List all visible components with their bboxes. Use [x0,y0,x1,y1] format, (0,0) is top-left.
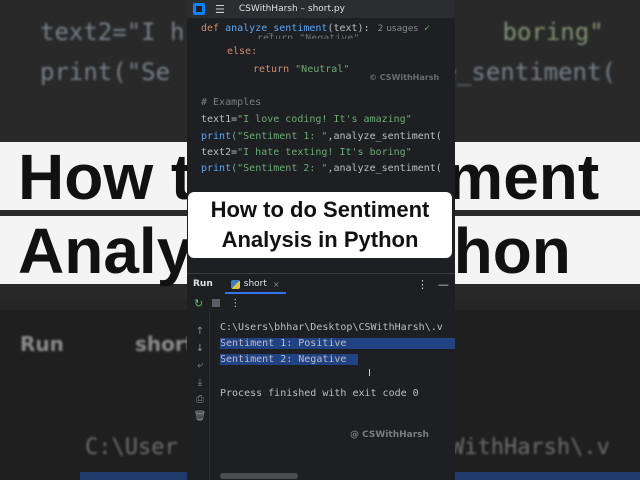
tab-short[interactable]: short × [224,274,286,294]
background-tab-label: short [135,332,195,356]
run-tool-window-header: Run short × ⋮ — [187,273,455,294]
rerun-icon[interactable]: ↻ [194,297,203,310]
pycharm-logo-icon [193,3,205,15]
minimize-icon[interactable]: — [438,278,449,291]
arrow-down-icon[interactable]: ↓ [196,340,204,357]
stop-icon[interactable] [212,299,221,307]
code-line-return-negative: return "Negative" [257,33,360,39]
console-output[interactable]: C:\Users\bhhar\Desktop\CSWithHarsh\.v Se… [209,312,455,480]
watermark: © CSWithHarsh [369,73,440,82]
background-run-label: Run [20,332,64,356]
hamburger-menu-icon[interactable]: ☰ [215,3,225,16]
kebab-menu-icon[interactable]: ⋮ [230,298,240,309]
console-side-toolbar: ↑ ↓ ⤶ ⤓ ⎙ 🗑 [193,323,207,425]
code-line-return-neutral: return "Neutral" [253,64,350,75]
console-exit-line: Process finished with exit code 0 [220,388,419,399]
window-title: CSWithHarsh – short.py [238,4,345,14]
horizontal-scrollbar[interactable] [220,473,298,479]
caption-line-1: How to do Sentiment [210,197,430,222]
more-options-icon[interactable]: ⋮ [417,278,428,291]
text-cursor-icon: I [368,368,371,379]
console-watermark: @ CSWithHarsh [350,430,429,440]
close-icon[interactable]: × [273,280,280,289]
code-line-print2: print("Sentiment 2: ",analyze_sentiment( [201,163,442,174]
arrow-up-icon[interactable]: ↑ [196,323,204,340]
code-comment: # Examples [201,97,262,108]
code-line-else: else: [227,46,258,57]
console-path: C:\Users\bhhar\Desktop\CSWithHarsh\.v [220,322,443,333]
python-file-icon [230,279,240,289]
print-icon[interactable]: ⎙ [196,391,204,408]
usages-hint[interactable]: 2 usages [378,24,418,34]
video-caption: How to do Sentiment Analysis in Python [188,192,452,258]
title-bar: ☰ CSWithHarsh – short.py [187,0,455,18]
tab-label: short [243,279,267,289]
check-icon: ✓ [424,23,431,34]
run-label: Run [193,279,213,289]
caption-line-2: Analysis in Python [221,227,419,252]
console-output-line: Sentiment 2: Negative [220,354,358,365]
soft-wrap-icon[interactable]: ⤶ [197,357,203,374]
trash-icon[interactable]: 🗑 [194,408,207,425]
code-line-print1: print("Sentiment 1: ",analyze_sentiment( [201,131,442,142]
scroll-to-end-icon[interactable]: ⤓ [198,374,202,391]
console-output-line: Sentiment 1: Positive [220,338,455,349]
run-toolbar: ↻ ⋮ [187,294,455,312]
code-line-text2: text2="I hate texting! It's boring" [201,147,412,158]
code-line-text1: text1="I love coding! It's amazing" [201,114,412,125]
